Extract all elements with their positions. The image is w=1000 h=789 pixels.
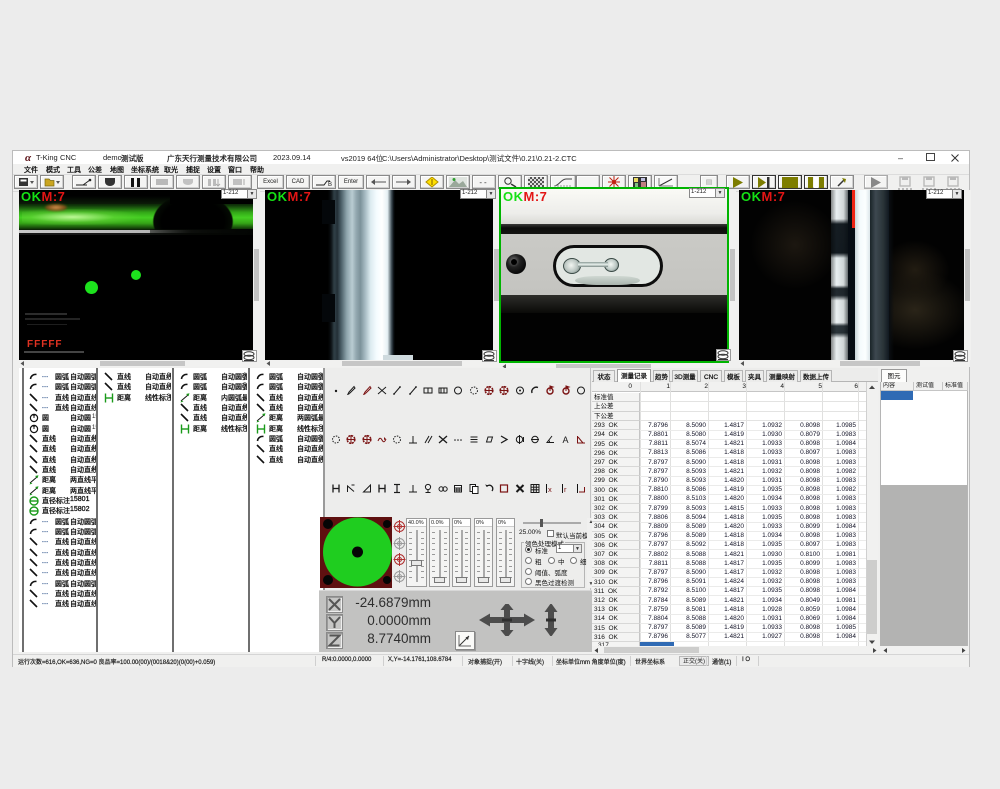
svg-text:A: A — [562, 435, 568, 445]
svg-text:B: B — [328, 182, 332, 187]
svg-text:r: r — [564, 485, 567, 494]
svg-text:x: x — [548, 485, 552, 494]
